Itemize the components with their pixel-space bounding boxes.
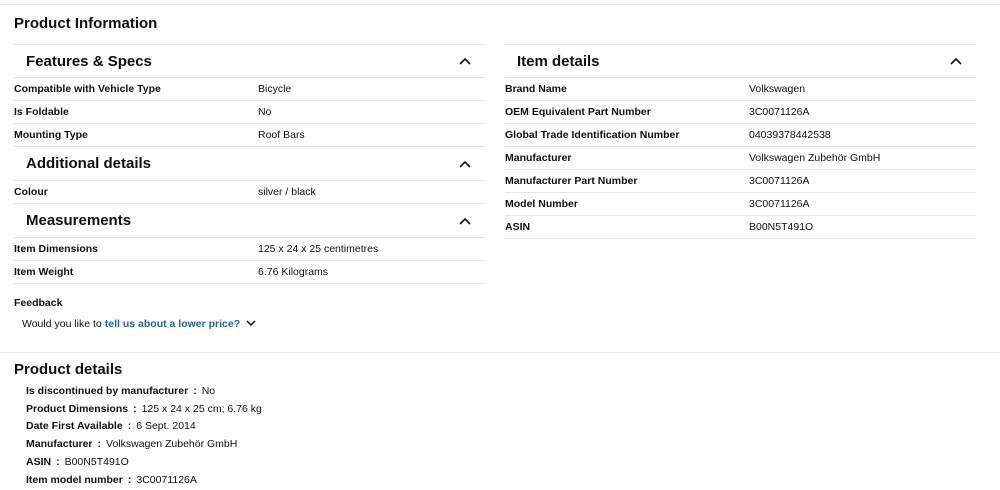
detail-value: B00N5T491O [64, 456, 129, 469]
table-row: Mounting Type Roof Bars [14, 124, 485, 147]
table-row: Brand Name Volkswagen [505, 78, 976, 101]
detail-label: Item model number [26, 473, 123, 486]
spec-value: 125 x 24 x 25 centimetres [258, 243, 379, 255]
feedback-title: Feedback [14, 297, 63, 309]
detail-label: Manufacturer [26, 438, 93, 451]
separator: : [127, 420, 132, 433]
measurements-section-header[interactable]: Measurements [14, 204, 485, 238]
feedback-prompt: Would you like to [22, 318, 102, 330]
item-details-section-title: Item details [517, 52, 600, 70]
detail-label: Manufacturer [505, 152, 572, 164]
spec-label: Compatible with Vehicle Type [14, 83, 161, 95]
detail-label: Manufacturer Part Number [505, 175, 638, 187]
separator: : [56, 456, 60, 469]
page-title: Product Information [14, 15, 158, 32]
detail-label: Model Number [505, 198, 578, 210]
spec-value: No [258, 106, 272, 118]
detail-value: No [201, 384, 216, 397]
spec-label: Mounting Type [14, 129, 88, 141]
product-details-list: Is discontinued by manufacturer : No Pro… [26, 382, 262, 489]
list-item: ASIN : B00N5T491O [26, 453, 262, 471]
table-row: OEM Equivalent Part Number 3C0071126A [505, 101, 976, 124]
detail-value: 6 Sept. 2014 [136, 420, 196, 433]
section-divider [0, 352, 1000, 353]
separator: : [97, 438, 102, 451]
spec-label: Item Weight [14, 266, 74, 278]
detail-label: Brand Name [505, 83, 567, 95]
detail-value: 125 x 24 x 25 cm; 6.76 kg [141, 402, 262, 415]
list-item: Product Dimensions : 125 x 24 x 25 cm; 6… [26, 400, 262, 418]
spec-value: 6.76 Kilograms [258, 266, 329, 278]
detail-value: 04039378442538 [749, 129, 831, 141]
features-section-title: Features & Specs [26, 52, 152, 70]
table-row: Global Trade Identification Number 04039… [505, 124, 976, 147]
detail-label: Global Trade Identification Number [505, 129, 680, 141]
detail-value: 3C0071126A [749, 106, 810, 118]
lower-price-link[interactable]: tell us about a lower price? [105, 318, 240, 330]
detail-value: 3C0071126A [749, 175, 810, 187]
separator: : [133, 402, 137, 415]
spec-label: Item Dimensions [14, 243, 99, 255]
detail-value: 3C0071126A [749, 198, 810, 210]
left-column: Features & Specs Compatible with Vehicle… [14, 44, 485, 284]
table-row: Compatible with Vehicle Type Bicycle [14, 78, 485, 101]
detail-label: Product Dimensions [26, 402, 129, 415]
separator: : [193, 384, 197, 397]
detail-value: 3C0071126A [136, 473, 197, 486]
detail-label: Is discontinued by manufacturer [26, 384, 189, 397]
detail-value: Volkswagen Zubehör GmbH [106, 438, 238, 451]
list-item: Manufacturer : Volkswagen Zubehör GmbH [26, 435, 262, 453]
spec-label: Colour [14, 186, 48, 198]
spec-value: Bicycle [258, 83, 292, 95]
feedback-line: Would you like to tell us about a lower … [22, 318, 256, 330]
table-row: Colour silver / black [14, 181, 485, 204]
chevron-up-icon[interactable] [948, 53, 964, 69]
additional-section-header[interactable]: Additional details [14, 147, 485, 181]
additional-section-title: Additional details [26, 155, 152, 172]
detail-label: ASIN [26, 456, 52, 469]
features-section-header[interactable]: Features & Specs [14, 44, 485, 78]
table-row: Manufacturer Volkswagen Zubehör GmbH [505, 147, 976, 170]
chevron-up-icon[interactable] [457, 213, 473, 229]
product-details-title: Product details [14, 361, 123, 378]
item-details-section-header[interactable]: Item details [505, 44, 976, 78]
detail-value: Volkswagen Zubehör GmbH [749, 152, 881, 164]
table-row: Manufacturer Part Number 3C0071126A [505, 170, 976, 193]
chevron-up-icon[interactable] [457, 53, 473, 69]
table-row: Is Foldable No [14, 101, 485, 124]
right-column: Item details Brand Name Volkswagen OEM E… [505, 44, 976, 239]
detail-value: B00N5T491O [749, 221, 814, 233]
measurements-section-title: Measurements [26, 212, 132, 229]
list-item: Item model number : 3C0071126A [26, 471, 262, 489]
spec-value: silver / black [258, 186, 316, 198]
table-row: ASIN B00N5T491O [505, 216, 976, 239]
table-row: Item Weight 6.76 Kilograms [14, 261, 485, 284]
table-row: Item Dimensions 125 x 24 x 25 centimetre… [14, 238, 485, 261]
spec-label: Is Foldable [14, 106, 69, 118]
detail-label: Date First Available [26, 420, 123, 433]
detail-value: Volkswagen [749, 83, 806, 95]
chevron-down-icon[interactable] [243, 318, 256, 330]
detail-label: ASIN [505, 221, 531, 233]
list-item: Date First Available : 6 Sept. 2014 [26, 418, 262, 436]
list-item: Is discontinued by manufacturer : No [26, 382, 262, 400]
top-divider [0, 0, 1000, 5]
detail-label: OEM Equivalent Part Number [505, 106, 651, 118]
separator: : [127, 473, 132, 486]
table-row: Model Number 3C0071126A [505, 193, 976, 216]
chevron-up-icon[interactable] [457, 156, 473, 172]
spec-value: Roof Bars [258, 129, 305, 141]
